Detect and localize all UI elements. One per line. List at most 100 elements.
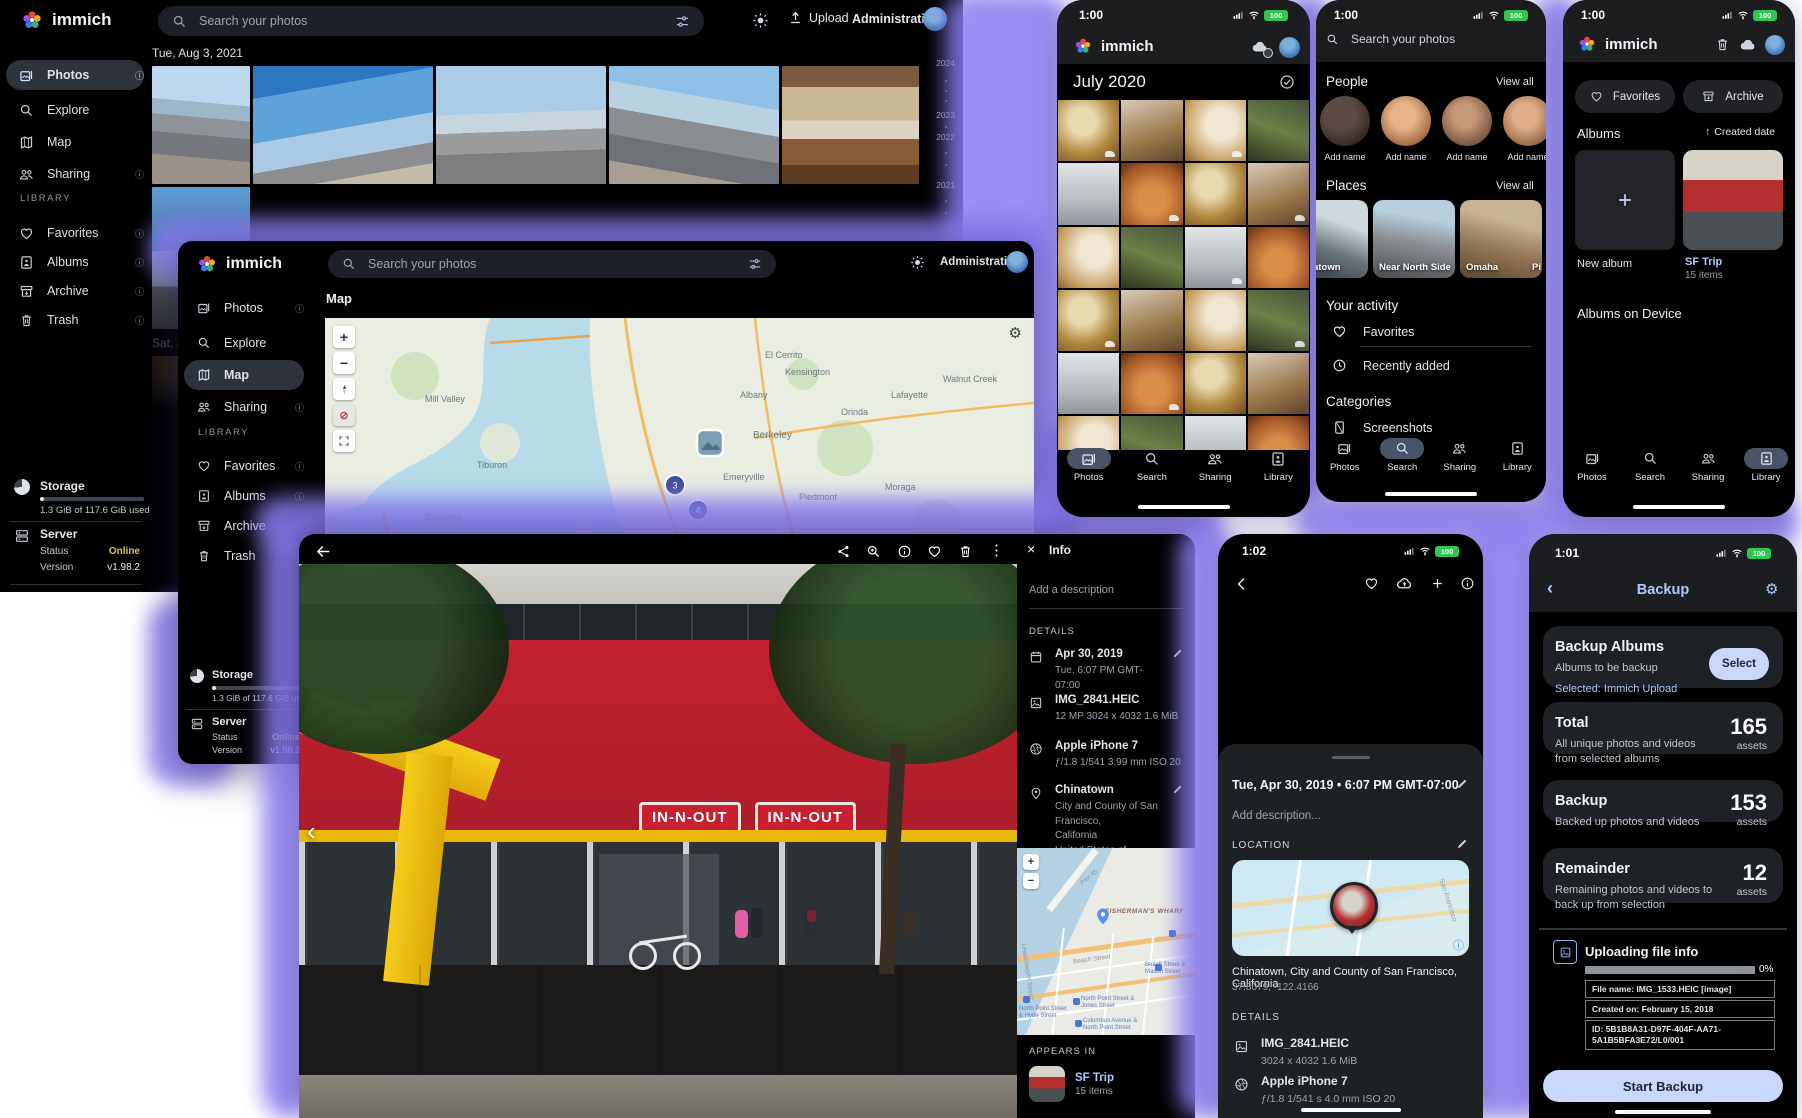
add-name-label[interactable]: Add name [1442, 152, 1492, 162]
photo-tile[interactable] [1248, 416, 1309, 450]
location-mini-map[interactable]: San Francisco ⓘ [1232, 860, 1469, 956]
album-tile-sf-trip[interactable] [1683, 150, 1783, 250]
sidebar-item-explore[interactable]: Explore [184, 328, 304, 358]
cloud-sync-icon[interactable] [1739, 36, 1757, 54]
sidebar-item-favorites[interactable]: Favoritesⓘ [6, 218, 144, 248]
archive-button[interactable]: Archive [1683, 80, 1783, 113]
album-row[interactable]: SF Trip 15 items [1029, 1066, 1114, 1102]
search-input[interactable]: Search your photos [328, 250, 776, 278]
close-icon[interactable]: × [1027, 541, 1035, 557]
sidebar-item-map[interactable]: Map [184, 360, 304, 390]
photo-tile[interactable] [1058, 163, 1119, 224]
photo-tile[interactable] [1248, 353, 1309, 414]
sidebar-item-map[interactable]: Map [6, 127, 144, 157]
prev-photo-chevron[interactable]: ‹ [307, 816, 316, 847]
settings-gear-icon[interactable]: ⚙ [1765, 580, 1778, 598]
person-face[interactable] [1442, 96, 1492, 146]
select-all-icon[interactable] [1279, 74, 1295, 90]
add-description-field[interactable]: Add description... [1232, 810, 1321, 822]
kebab-menu-icon[interactable]: ⋮ [989, 541, 1004, 559]
add-description-field[interactable]: Add a description [1029, 584, 1114, 596]
sidebar-item-explore[interactable]: Explore [6, 95, 144, 125]
tab-photos[interactable]: Photos [1319, 438, 1371, 473]
people-view-all[interactable]: View all [1496, 76, 1534, 88]
immich-logo[interactable]: immich [20, 8, 112, 32]
avatar[interactable] [1006, 251, 1028, 273]
pencil-icon[interactable] [1456, 838, 1468, 850]
albums-sort-button[interactable]: ↑ Created date [1705, 126, 1775, 138]
immich-logo[interactable]: immich [196, 253, 282, 275]
place-card[interactable]: Chinatown [1316, 200, 1368, 278]
place-card[interactable]: Near North Side [1373, 200, 1455, 278]
tab-library[interactable]: Library [1740, 448, 1792, 483]
add-name-label[interactable]: Add name [1381, 152, 1431, 162]
heart-icon[interactable] [927, 544, 942, 559]
sheet-drag-handle[interactable] [1332, 756, 1370, 759]
map-settings-gear[interactable]: ⚙ [1009, 324, 1022, 342]
photo-tile[interactable] [1058, 416, 1119, 450]
photo-tile[interactable] [782, 66, 919, 184]
photo-area[interactable] [1218, 600, 1483, 744]
tab-search[interactable]: Search [1126, 448, 1178, 483]
category-screenshots[interactable]: Screenshots [1332, 420, 1432, 435]
photo-tile[interactable] [1248, 100, 1309, 161]
tab-library[interactable]: Library [1491, 438, 1543, 473]
sidebar-item-albums[interactable]: Albumsⓘ [6, 247, 144, 277]
photo-tile[interactable] [1185, 163, 1246, 224]
sidebar-item-archive[interactable]: Archiveⓘ [6, 276, 144, 306]
sidebar-item-trash[interactable]: Trashⓘ [6, 305, 144, 335]
filter-icon[interactable] [675, 14, 690, 29]
select-button[interactable]: Select [1709, 648, 1769, 680]
photo-tile[interactable] [1121, 100, 1182, 161]
photo-map-marker[interactable] [1330, 882, 1378, 930]
upload-button[interactable]: Upload [788, 10, 849, 25]
photo-tile[interactable] [1058, 290, 1119, 351]
tab-photos[interactable]: Photos [1063, 448, 1115, 483]
avatar[interactable] [1279, 37, 1300, 58]
photo-tile[interactable] [1058, 227, 1119, 288]
sidebar-item-sharing[interactable]: Sharingⓘ [184, 392, 304, 422]
photo-tile[interactable] [1058, 100, 1119, 161]
photo-tile[interactable] [1121, 290, 1182, 351]
info-icon[interactable] [1460, 576, 1475, 591]
trash-icon[interactable] [1715, 37, 1730, 52]
avatar[interactable] [1765, 35, 1785, 55]
sidebar-item-favorites[interactable]: Favoritesⓘ [184, 451, 304, 481]
sidebar-item-photos[interactable]: Photosⓘ [184, 293, 304, 323]
detail-bottom-sheet[interactable]: Tue, Apr 30, 2019 • 6:07 PM GMT-07:00 Ad… [1218, 744, 1483, 1118]
photo-tile[interactable] [1248, 290, 1309, 351]
map-markers-toggle[interactable]: ⊘ [333, 404, 355, 426]
photo-tile[interactable] [253, 66, 433, 184]
back-icon[interactable] [315, 543, 332, 560]
tab-photos[interactable]: Photos [1566, 448, 1618, 483]
map-photo-marker[interactable] [697, 430, 723, 456]
photo-tile[interactable] [1248, 227, 1309, 288]
zoom-icon[interactable] [866, 544, 881, 559]
theme-toggle[interactable] [910, 255, 925, 270]
map-zoom-in-button[interactable]: + [333, 326, 355, 348]
photo-tile[interactable] [1185, 353, 1246, 414]
photo-tile[interactable] [436, 66, 606, 184]
cloud-upload-icon[interactable] [1396, 575, 1413, 592]
photo-tile[interactable] [1058, 353, 1119, 414]
photo-tile[interactable] [1185, 100, 1246, 161]
map-fullscreen-button[interactable] [333, 430, 355, 452]
tab-sharing[interactable]: Sharing [1189, 448, 1241, 483]
plus-icon[interactable] [1430, 576, 1445, 591]
activity-recently-added[interactable]: Recently added [1332, 358, 1450, 373]
avatar[interactable] [923, 7, 947, 31]
photo-tile[interactable] [152, 66, 250, 184]
map-zoom-in-button[interactable]: + [1023, 854, 1039, 870]
photo-tile[interactable] [1121, 227, 1182, 288]
place-card[interactable]: Omaha [1460, 200, 1542, 278]
photo-tile[interactable] [1248, 163, 1309, 224]
start-backup-button[interactable]: Start Backup [1543, 1070, 1783, 1102]
tab-search[interactable]: Search [1376, 438, 1428, 473]
map-attribution-info-icon[interactable]: ⓘ [1453, 937, 1464, 953]
back-icon[interactable] [1234, 576, 1250, 592]
tab-library[interactable]: Library [1252, 448, 1304, 483]
sidebar-item-photos[interactable]: Photosⓘ [6, 60, 144, 90]
sidebar-item-sharing[interactable]: Sharingⓘ [6, 159, 144, 189]
photo-tile[interactable] [1185, 227, 1246, 288]
map-zoom-out-button[interactable]: − [333, 352, 355, 374]
